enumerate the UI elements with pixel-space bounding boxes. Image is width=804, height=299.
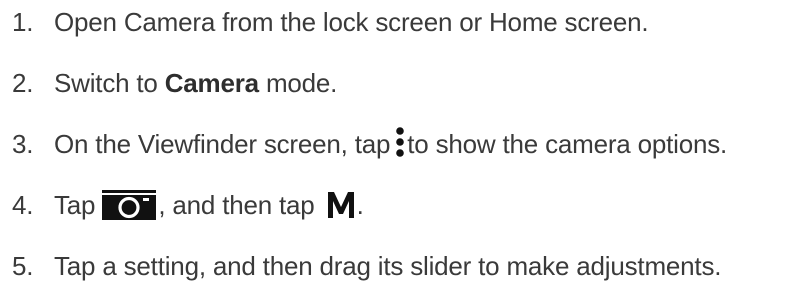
step-text-before: On the Viewfinder screen, tap [54,128,398,159]
step-5: 5. Tap a setting, and then drag its slid… [12,246,721,286]
step-3: 3. On the Viewfinder screen, tap to show… [12,124,727,164]
step-text: Open Camera from the lock screen or Home… [54,6,649,37]
step-1: 1. Open Camera from the lock screen or H… [12,2,649,42]
camera-mode-icon [102,190,157,220]
step-number: 2. [12,67,34,98]
step-text: Tap a setting, and then drag its slider … [54,250,722,281]
more-options-icon [395,127,405,161]
step-text-before: Tap [54,189,103,220]
step-text-after: . [356,189,364,220]
step-text-middle: , and then tap [158,189,322,220]
step-number: 3. [12,128,34,159]
camera-mode-label: Camera [164,67,259,98]
step-text-after: to show the camera options. [407,128,728,159]
step-number: 5. [12,250,34,281]
manual-mode-m-icon [326,190,356,220]
step-number: 4. [12,189,34,220]
step-2: 2. Switch to Camera mode. [12,63,337,103]
step-number: 1. [12,6,34,37]
instruction-steps: 1. Open Camera from the lock screen or H… [0,0,804,299]
step-4: 4. Tap , and then tap . [12,185,364,225]
step-text-after: mode. [258,67,338,98]
step-text-before: Switch to [54,67,165,98]
